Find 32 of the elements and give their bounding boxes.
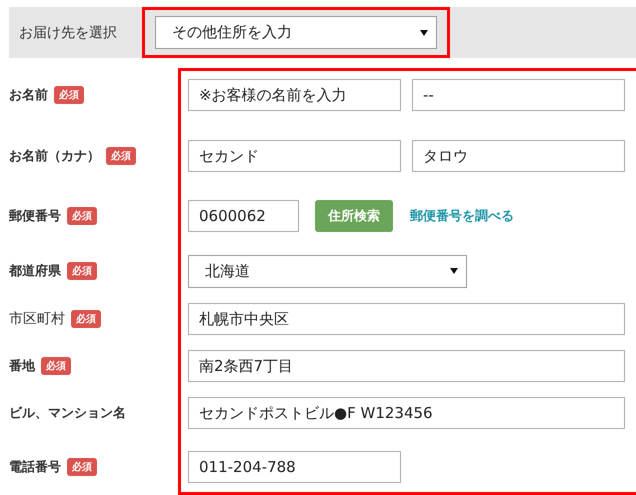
text-field[interactable]: -- [412, 79, 625, 111]
text-field[interactable]: ※お客様の名前を入力 [188, 79, 401, 111]
required-badge: 必須 [54, 86, 84, 104]
field-label: お名前 [9, 87, 48, 104]
link[interactable]: 郵便番号を調べる [410, 207, 514, 225]
text-field[interactable]: タロウ [412, 140, 625, 172]
dropdown[interactable]: その他住所を入力 [155, 16, 437, 49]
dropdown-caret-icon [420, 30, 428, 36]
required-badge: 必須 [71, 310, 101, 328]
required-badge: 必須 [67, 458, 97, 476]
field-label: 都道府県 [9, 262, 61, 280]
dropdown-value: その他住所を入力 [172, 23, 292, 42]
text-field[interactable]: 南2条西7丁目 [188, 350, 625, 382]
field-label: 番地 [9, 358, 35, 375]
text-field[interactable]: セカンドポストビル●F W123456 [188, 397, 625, 429]
text-field[interactable]: 0600062 [188, 200, 299, 232]
text-field[interactable]: 011-204-788 [188, 451, 401, 483]
required-badge: 必須 [67, 207, 97, 225]
text-field[interactable]: セカンド [188, 140, 401, 172]
field-label: 電話番号 [9, 459, 61, 476]
dropdown-value: 北海道 [205, 262, 250, 280]
field-label: 市区町村 [9, 310, 65, 328]
text-field[interactable]: 札幌市中央区 [188, 303, 625, 335]
required-badge: 必須 [41, 357, 71, 375]
field-label: ビル、マンション名 [9, 405, 126, 422]
field-label: お届け先を選択 [18, 24, 118, 42]
field-label: お名前（カナ） [9, 148, 100, 165]
required-badge: 必須 [67, 262, 97, 280]
required-badge: 必須 [106, 147, 136, 165]
dropdown-caret-icon [450, 268, 458, 274]
field-label: 郵便番号 [9, 208, 61, 225]
dropdown[interactable]: 北海道 [188, 254, 467, 288]
